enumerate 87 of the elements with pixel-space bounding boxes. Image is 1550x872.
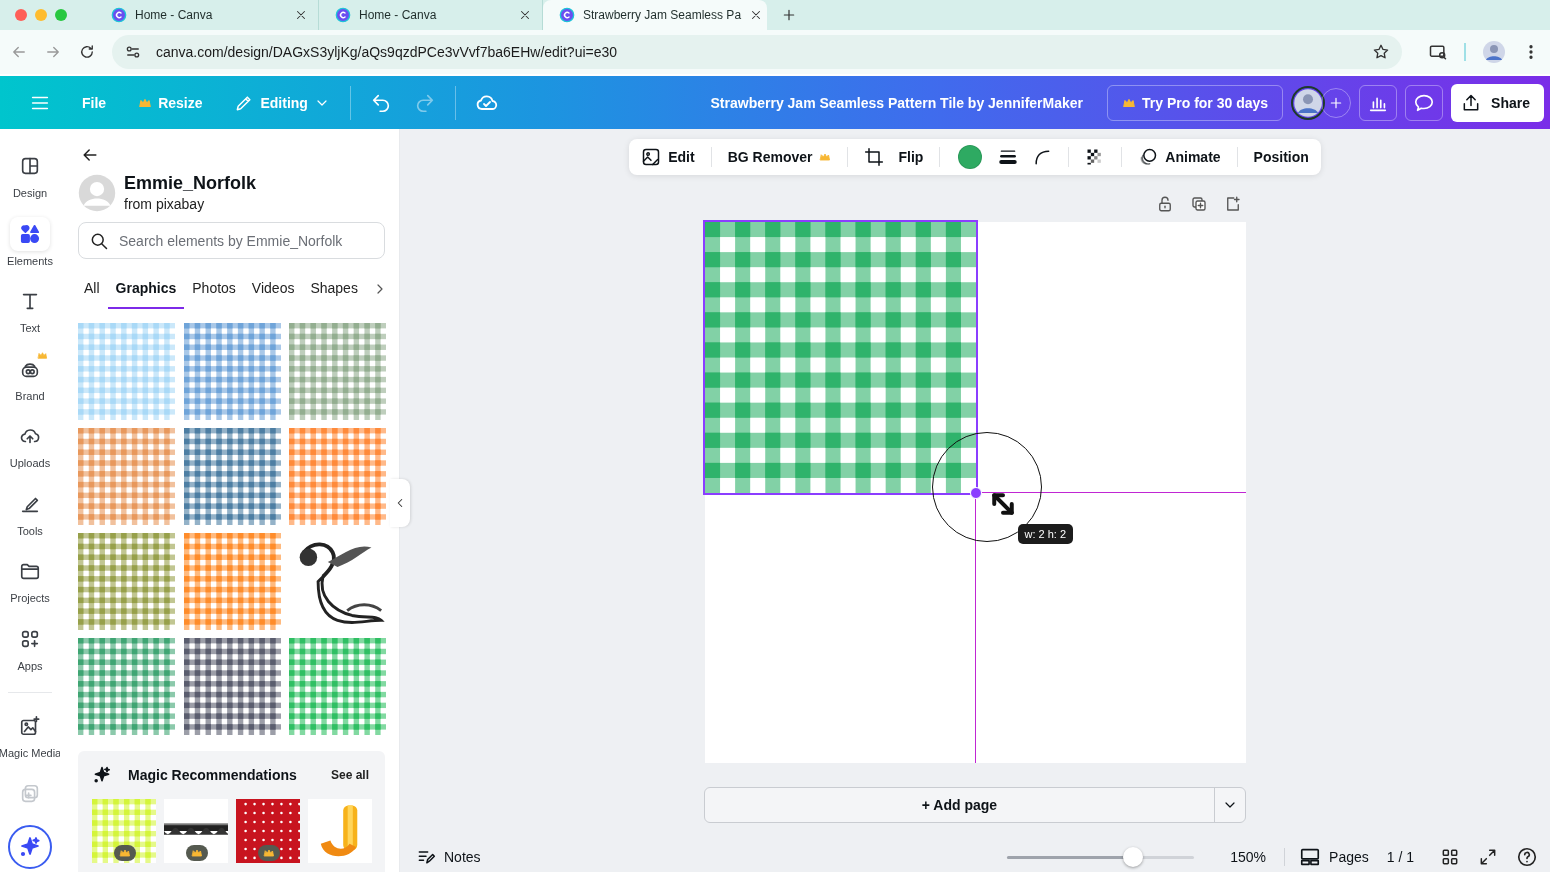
see-all-link[interactable]: See all: [330, 768, 369, 782]
image-sparkle-icon: [19, 715, 41, 737]
browser-tab[interactable]: Strawberry Jam Seamless Pa: [543, 0, 767, 30]
pattern-thumbnail[interactable]: [78, 533, 175, 630]
creator-source: from pixabay: [124, 196, 206, 212]
notes-button[interactable]: Notes: [416, 847, 481, 867]
crown-icon: [119, 847, 131, 859]
category-tab[interactable]: All: [78, 269, 108, 309]
pattern-thumbnail[interactable]: [92, 799, 156, 863]
category-tab[interactable]: Videos: [243, 269, 303, 309]
pattern-thumbnail[interactable]: [289, 428, 386, 525]
crown-icon: [191, 847, 203, 859]
bookmark-star-icon[interactable]: [1372, 43, 1390, 61]
crown-icon: [263, 847, 275, 859]
animate-button[interactable]: Animate: [1132, 142, 1227, 172]
section-title: Magic Recommendations: [128, 767, 298, 783]
sidebar-item[interactable]: Uploads: [2, 419, 58, 487]
sparkle-icon: [18, 834, 42, 859]
page-counter: 1 / 1: [1386, 849, 1414, 865]
crown-icon: [37, 349, 48, 361]
avatar: [78, 173, 116, 212]
duplicate-page-icon[interactable]: [1189, 195, 1208, 213]
category-tab[interactable]: Photos: [184, 269, 244, 309]
sidebar-item[interactable]: Apps: [2, 621, 58, 689]
avatar[interactable]: [1482, 40, 1506, 64]
new-tab-icon[interactable]: [781, 7, 797, 23]
sidebar-item[interactable]: Projects: [2, 554, 58, 622]
creator-name: Emmie_Norfolk: [124, 173, 257, 194]
insights-button[interactable]: [1359, 84, 1398, 121]
shapes-icon: [19, 222, 41, 245]
reload-icon[interactable]: [78, 43, 96, 61]
pattern-thumbnail[interactable]: [183, 323, 281, 420]
close-icon[interactable]: [294, 8, 308, 22]
pattern-thumbnail[interactable]: [289, 638, 386, 735]
magic-assistant-button[interactable]: [8, 824, 52, 869]
window-control[interactable]: [15, 9, 27, 21]
image-icon: [641, 147, 662, 167]
sidebar-item[interactable]: Tools: [2, 486, 58, 554]
pattern-thumbnail[interactable]: [78, 638, 175, 735]
category-tab[interactable]: Shapes: [302, 269, 366, 309]
layout-icon: [19, 155, 41, 177]
bg-remover-button[interactable]: BG Remover: [721, 142, 838, 172]
comments-button[interactable]: [1405, 84, 1444, 121]
sidebar-item[interactable]: Design: [2, 149, 58, 217]
pattern-thumbnail[interactable]: [183, 428, 281, 525]
canva-logo-icon: [335, 7, 351, 23]
color-swatch[interactable]: [958, 145, 983, 169]
pattern-thumbnail[interactable]: [78, 323, 175, 420]
selected-pattern-tile[interactable]: [704, 222, 976, 493]
site-settings-icon[interactable]: [124, 43, 142, 61]
design-page[interactable]: w: 2 h: 2: [704, 222, 1246, 763]
search-tab-icon[interactable]: [1428, 42, 1448, 62]
sidebar-item[interactable]: Text: [2, 284, 58, 352]
zoom-slider[interactable]: [1007, 847, 1195, 867]
sidebar-item[interactable]: Magic Media: [2, 709, 58, 777]
close-icon[interactable]: [518, 8, 532, 22]
pattern-thumbnail[interactable]: [183, 533, 281, 630]
position-button[interactable]: Position: [1247, 142, 1315, 172]
try-pro-button[interactable]: Try Pro for 30 days: [1107, 84, 1284, 121]
circles-icon: [1138, 147, 1159, 167]
avatar[interactable]: [1291, 85, 1326, 120]
address-bar[interactable]: canva.com/design/DAGxS3yljKg/aQs9qzdPCe3vVvf7ba6EHw/edit?ui=e30: [112, 35, 1402, 69]
pattern-thumbnail[interactable]: [183, 638, 281, 735]
crown-icon: [819, 151, 832, 163]
fullscreen-icon[interactable]: [1478, 847, 1498, 867]
pages-button[interactable]: Pages: [1299, 846, 1369, 868]
design-title[interactable]: Strawberry Jam Seamless Pattern Tile by JenniferMaker: [710, 94, 1083, 111]
canva-logo-icon: [111, 7, 127, 23]
grid-view-icon[interactable]: [1440, 847, 1460, 867]
edit-button[interactable]: Edit: [635, 142, 701, 172]
pattern-thumbnail[interactable]: [289, 323, 386, 420]
search-input[interactable]: Search elements by Emmie_Norfolk: [117, 231, 374, 250]
crop-icon: [864, 147, 885, 167]
collapse-panel-handle[interactable]: [390, 479, 410, 527]
pages-icon: [1299, 846, 1322, 868]
flip-button[interactable]: Flip: [892, 142, 930, 172]
search-field[interactable]: Search elements by Emmie_Norfolk: [78, 222, 385, 259]
share-button[interactable]: Share: [1451, 83, 1544, 122]
size-tooltip: w: 2 h: 2: [1017, 524, 1074, 544]
sidebar-item[interactable]: Brand: [2, 351, 58, 419]
help-icon[interactable]: [1516, 846, 1538, 868]
pattern-thumbnail[interactable]: [78, 428, 175, 525]
sparkles-icon: [92, 765, 112, 785]
category-tab[interactable]: Graphics: [107, 269, 185, 309]
canva-logo-icon: [559, 7, 575, 23]
sidebar-item[interactable]: Elements: [2, 216, 58, 284]
zoom-level[interactable]: 150%: [1230, 849, 1267, 865]
